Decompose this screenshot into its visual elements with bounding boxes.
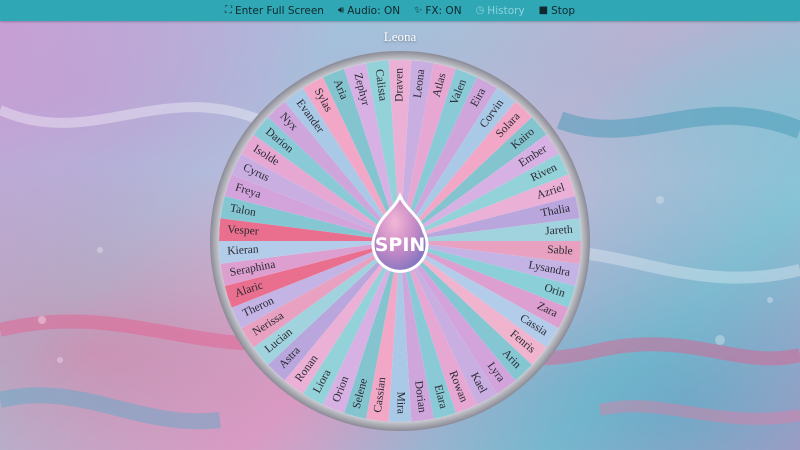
spin-label: SPIN bbox=[375, 234, 426, 256]
wheel-name-label: Jareth bbox=[545, 224, 573, 238]
wheel-name-label: Vesper bbox=[227, 224, 259, 238]
name-wheel[interactable]: Leona Atlas Valen EiraCorvinSolaraKairoEmbe… bbox=[0, 0, 800, 450]
wheel-name-label: Mira bbox=[394, 392, 406, 414]
wheel-name-label: Kieran bbox=[227, 244, 259, 258]
wheel-name-label: Draven bbox=[394, 68, 406, 102]
wheel-name-label: Sable bbox=[547, 244, 573, 258]
